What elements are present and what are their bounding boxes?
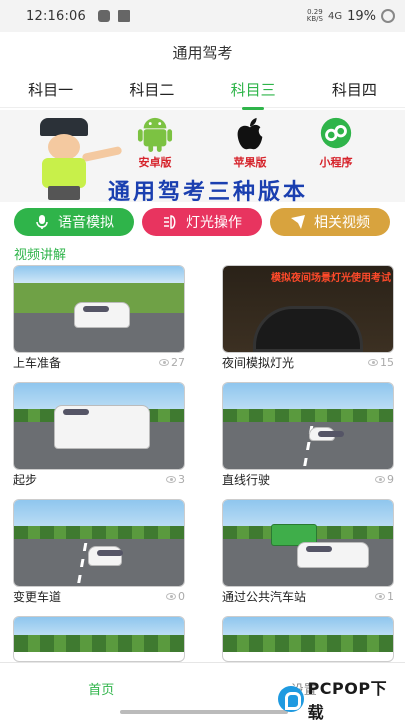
video-card[interactable]: 上车准备 27 [13, 265, 185, 370]
video-title: 夜间模拟灯光 [222, 355, 295, 370]
view-count: 15 [368, 356, 394, 369]
watermark-text: PCPOP下载 [307, 679, 388, 720]
app-header: 通用驾考 [0, 32, 405, 72]
video-thumbnail [13, 616, 185, 662]
subject-tabs: 科目一 科目二 科目三 科目四 [0, 72, 405, 108]
home-indicator[interactable] [120, 710, 288, 714]
status-right: 0.29 KB/S 4G 19% [307, 9, 395, 24]
video-card[interactable] [13, 616, 185, 662]
android-label: 安卓版 [138, 156, 172, 169]
video-title: 直线行驶 [222, 472, 271, 487]
mini-program-icon [320, 117, 352, 149]
mini-program-label: 小程序 [319, 156, 353, 169]
video-thumbnail [13, 499, 185, 587]
video-thumbnail [13, 265, 185, 353]
apple-icon [237, 117, 263, 150]
headlight-icon [164, 215, 176, 229]
eye-icon [166, 592, 176, 600]
video-thumbnail [13, 382, 185, 470]
related-videos-button[interactable]: 相关视频 [270, 208, 390, 236]
tab-subject-3[interactable]: 科目三 [227, 79, 280, 100]
video-card[interactable]: 直线行驶 9 [222, 382, 394, 487]
video-card[interactable]: 起步 3 [13, 382, 185, 487]
video-card[interactable]: 模拟夜间场景灯光使用考试 夜间模拟灯光 15 [222, 265, 394, 370]
video-title: 上车准备 [13, 355, 62, 370]
android-badge: 安卓版 [125, 116, 185, 170]
view-count: 0 [166, 590, 185, 603]
network-speed: 0.29 KB/S [306, 8, 323, 23]
eye-icon [368, 358, 378, 366]
video-title: 通过公共汽车站 [222, 589, 307, 604]
action-buttons: 语音模拟 灯光操作 相关视频 [14, 208, 390, 236]
android-icon [137, 117, 173, 152]
traffic-police-mascot [22, 114, 123, 202]
related-videos-label: 相关视频 [314, 215, 370, 231]
video-overlay-text: 模拟夜间场景灯光使用考试 [271, 273, 391, 284]
banner-title: 通用驾考三种版本 [108, 179, 309, 202]
mini-program-badge: 小程序 [306, 116, 366, 170]
eye-icon [375, 475, 385, 483]
voice-simulation-button[interactable]: 语音模拟 [14, 208, 134, 236]
eye-icon [375, 592, 385, 600]
view-count: 1 [375, 590, 394, 603]
video-thumbnail [222, 616, 394, 662]
site-watermark: PCPOP下载 [278, 679, 402, 720]
apple-badge: 苹果版 [220, 116, 280, 170]
battery-percent: 19% [347, 8, 376, 24]
tab-subject-1[interactable]: 科目一 [24, 79, 77, 100]
tab-subject-2[interactable]: 科目二 [125, 79, 178, 100]
eye-icon [159, 358, 169, 366]
video-thumbnail [222, 382, 394, 470]
tab-subject-4[interactable]: 科目四 [328, 79, 381, 100]
battery-icon [381, 9, 395, 23]
view-count: 27 [159, 356, 185, 369]
pcpop-logo-icon [278, 686, 304, 712]
video-card[interactable]: 通过公共汽车站 1 [222, 499, 394, 604]
video-icon [291, 215, 305, 229]
section-title: 视频讲解 [14, 248, 67, 263]
apple-label: 苹果版 [233, 156, 267, 169]
video-title: 变更车道 [13, 589, 62, 604]
video-thumbnail: 模拟夜间场景灯光使用考试 [222, 265, 394, 353]
clock: 12:16:06 [26, 8, 86, 24]
notification-icons [98, 10, 130, 22]
view-count: 9 [375, 473, 394, 486]
promo-banner[interactable]: 安卓版 苹果版 小程序 通用驾考三种版本 [0, 110, 405, 202]
light-operation-label: 灯光操作 [186, 215, 242, 231]
status-bar: 12:16:06 0.29 KB/S 4G 19% [0, 0, 405, 32]
light-operation-button[interactable]: 灯光操作 [142, 208, 262, 236]
page-title: 通用驾考 [172, 43, 233, 62]
view-count: 3 [166, 473, 185, 486]
video-card[interactable] [222, 616, 394, 662]
voice-simulation-label: 语音模拟 [58, 215, 114, 231]
image-notification-icon [118, 10, 130, 22]
chat-notification-icon [98, 10, 110, 22]
video-title: 起步 [13, 472, 38, 487]
eye-icon [166, 475, 176, 483]
signal-icon: 4G [327, 10, 343, 22]
microphone-icon [36, 215, 48, 229]
video-card[interactable]: 变更车道 0 [13, 499, 185, 604]
video-thumbnail [222, 499, 394, 587]
